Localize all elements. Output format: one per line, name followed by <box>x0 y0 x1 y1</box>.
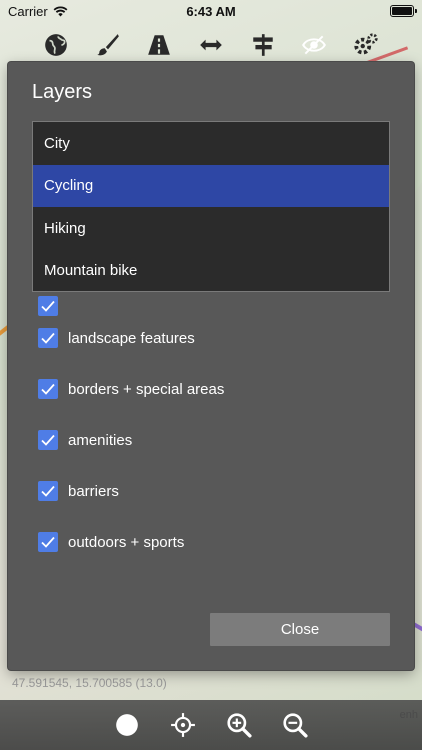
dropdown-option-mountain-bike[interactable]: Mountain bike <box>33 250 389 293</box>
checkbox-checked[interactable] <box>38 532 58 552</box>
locate-icon[interactable] <box>169 711 197 739</box>
checkbox-checked[interactable] <box>38 379 58 399</box>
globe-icon[interactable] <box>41 30 71 60</box>
coordinate-readout: 47.591545, 15.700585 (13.0) <box>12 676 167 690</box>
battery-icon <box>390 5 417 17</box>
checkbox-checked[interactable] <box>38 328 58 348</box>
zoom-out-icon[interactable] <box>281 711 309 739</box>
zoom-in-icon[interactable] <box>225 711 253 739</box>
layer-label: amenities <box>68 431 133 449</box>
layer-row[interactable]: outdoors + sports <box>38 530 184 554</box>
record-icon[interactable] <box>113 711 141 739</box>
layer-row[interactable]: amenities <box>38 428 132 452</box>
checkbox-checked[interactable] <box>38 296 58 316</box>
style-dropdown[interactable]: City Cycling Hiking Mountain bike <box>32 121 390 292</box>
layer-list[interactable]: landscape features borders + special are… <box>8 277 414 589</box>
layer-label: barriers <box>68 482 119 500</box>
dropdown-option-cycling[interactable]: Cycling <box>33 164 389 207</box>
layer-label: borders + special areas <box>68 380 225 398</box>
dropdown-option-hiking[interactable]: Hiking <box>33 207 389 250</box>
close-button[interactable]: Close <box>210 613 390 646</box>
road-icon[interactable] <box>144 30 174 60</box>
dialog-title: Layers <box>32 81 93 103</box>
bottom-toolbar <box>0 700 422 750</box>
checkbox-checked[interactable] <box>38 430 58 450</box>
paintbrush-icon[interactable] <box>93 30 123 60</box>
layer-row[interactable]: barriers <box>38 479 119 503</box>
layer-row[interactable]: borders + special areas <box>38 377 224 401</box>
measure-icon[interactable] <box>196 30 226 60</box>
layers-dialog: Layers landscape features borders + spec… <box>8 62 414 670</box>
layer-row[interactable]: landscape features <box>38 326 195 350</box>
settings-icon[interactable] <box>351 30 381 60</box>
layer-row[interactable] <box>38 294 58 318</box>
visibility-icon[interactable] <box>299 30 329 60</box>
carrier-label: Carrier <box>8 3 48 19</box>
list-clip <box>8 583 414 589</box>
checkbox-checked[interactable] <box>38 481 58 501</box>
layer-label: landscape features <box>68 329 195 347</box>
dropdown-option-city[interactable]: City <box>33 122 389 165</box>
signpost-icon[interactable] <box>248 30 278 60</box>
wifi-icon <box>53 6 68 16</box>
status-bar: Carrier 6:43 AM <box>0 0 422 22</box>
layer-label: outdoors + sports <box>68 533 185 551</box>
